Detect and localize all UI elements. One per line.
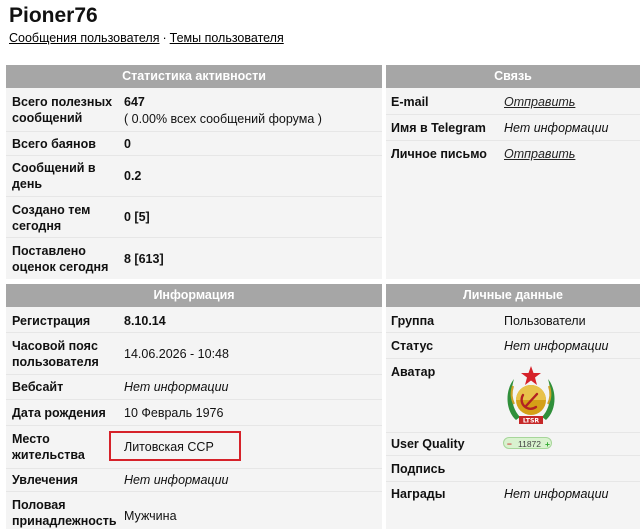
personal-panel-title: Личные данные	[386, 284, 640, 307]
activity-value-bayans: 0	[124, 136, 131, 151]
activity-row-topics-today: Создано тем сегодня 0 [5]	[6, 197, 382, 237]
activity-label-ratings-today: Поставлено оценок сегодня	[12, 244, 109, 274]
info-value-timezone: 14.06.2026 - 10:48	[124, 346, 229, 361]
contact-label-private-message: Личное письмо	[391, 146, 487, 161]
user-quality-badge: − 11872 +	[503, 437, 552, 449]
info-label-hobbies: Увлечения	[12, 473, 78, 487]
page-title: Pioner76	[9, 4, 98, 27]
activity-row-ratings-today: Поставлено оценок сегодня 8 [613]	[6, 238, 382, 279]
location-highlight-box	[109, 431, 241, 461]
contact-value-telegram: Нет информации	[504, 120, 609, 135]
info-row-website: Вебсайт Нет информации	[6, 375, 382, 399]
personal-row-signature: Подпись	[386, 456, 640, 481]
personal-value-awards: Нет информации	[504, 487, 609, 501]
info-label-location: Место жительства	[12, 432, 85, 462]
info-label-birthdate: Дата рождения	[12, 405, 106, 420]
profile-links: Сообщения пользователя · Темы пользователя	[9, 31, 284, 45]
activity-value-note: ( 0.00% всех сообщений форума )	[124, 112, 322, 126]
info-value-website: Нет информации	[124, 380, 229, 394]
contact-panel: Связь E-mail Отправить Имя в Telegram Не…	[386, 65, 640, 279]
info-value-hobbies: Нет информации	[124, 473, 229, 487]
info-panel: Информация Регистрация 8.10.14 Часовой п…	[6, 284, 382, 529]
activity-label-topics-today: Создано тем сегодня	[12, 203, 91, 233]
activity-value-posts-per-day: 0.2	[124, 169, 142, 183]
info-label-timezone: Часовой пояс пользователя	[12, 339, 99, 369]
info-row-registration: Регистрация 8.10.14	[6, 309, 382, 332]
personal-label-user-quality: User Quality	[391, 437, 465, 451]
send-email-link[interactable]: Отправить	[504, 94, 575, 110]
activity-label-useful-posts: Всего полезных сообщений	[12, 95, 113, 125]
quality-value: 11872	[518, 439, 542, 449]
contact-row-email: E-mail Отправить	[386, 90, 640, 114]
personal-label-group: Группа	[391, 313, 435, 328]
activity-value-useful-posts: 647	[124, 95, 145, 109]
personal-label-awards: Награды	[391, 487, 446, 501]
activity-row-bayans: Всего баянов 0	[6, 132, 382, 155]
personal-row-awards: Награды Нет информации	[386, 482, 640, 506]
contact-label-email: E-mail	[391, 95, 429, 109]
activity-row-useful-posts: Всего полезных сообщений 647 ( 0.00% все…	[6, 90, 382, 131]
info-label-gender: Половая принадлежность	[12, 498, 117, 528]
quality-minus-button[interactable]: −	[507, 439, 512, 449]
info-label-website: Вебсайт	[12, 380, 64, 394]
contact-row-private-message: Личное письмо Отправить	[386, 141, 640, 166]
contact-row-telegram: Имя в Telegram Нет информации	[386, 115, 640, 140]
activity-panel: Статистика активности Всего полезных соо…	[6, 65, 382, 279]
personal-value-status: Нет информации	[504, 338, 609, 353]
activity-panel-title: Статистика активности	[6, 65, 382, 88]
send-private-message-link[interactable]: Отправить	[504, 146, 575, 162]
info-row-timezone: Часовой пояс пользователя 14.06.2026 - 1…	[6, 333, 382, 374]
user-topics-link[interactable]: Темы пользователя	[170, 31, 284, 45]
activity-label-posts-per-day: Сообщений в день	[12, 161, 96, 191]
contact-panel-title: Связь	[386, 65, 640, 88]
avatar-emblem-text: LTSR	[523, 418, 540, 425]
personal-label-avatar: Аватар	[391, 365, 436, 379]
user-avatar: LTSR	[502, 364, 560, 430]
info-row-birthdate: Дата рождения 10 Февраль 1976	[6, 400, 382, 425]
info-value-registration: 8.10.14	[124, 313, 166, 328]
personal-row-status: Статус Нет информации	[386, 333, 640, 358]
personal-label-signature: Подпись	[391, 461, 446, 476]
info-row-gender: Половая принадлежность Мужчина	[6, 492, 382, 529]
activity-value-topics-today: 0 [5]	[124, 210, 150, 224]
info-value-birthdate: 10 Февраль 1976	[124, 405, 224, 420]
personal-value-group: Пользователи	[504, 313, 586, 328]
quality-plus-button[interactable]: +	[545, 439, 550, 449]
info-value-gender: Мужчина	[124, 509, 177, 523]
personal-row-group: Группа Пользователи	[386, 309, 640, 332]
info-panel-title: Информация	[6, 284, 382, 307]
personal-label-status: Статус	[391, 338, 434, 353]
activity-value-ratings-today: 8 [613]	[124, 251, 164, 266]
link-separator: ·	[162, 31, 167, 45]
activity-label-bayans: Всего баянов	[12, 136, 96, 151]
contact-label-telegram: Имя в Telegram	[391, 120, 486, 135]
activity-row-posts-per-day: Сообщений в день 0.2	[6, 156, 382, 196]
user-posts-link[interactable]: Сообщения пользователя	[9, 31, 159, 45]
info-row-hobbies: Увлечения Нет информации	[6, 469, 382, 491]
lithuanian-ssr-emblem-icon: LTSR	[507, 366, 555, 425]
info-label-registration: Регистрация	[12, 313, 91, 328]
